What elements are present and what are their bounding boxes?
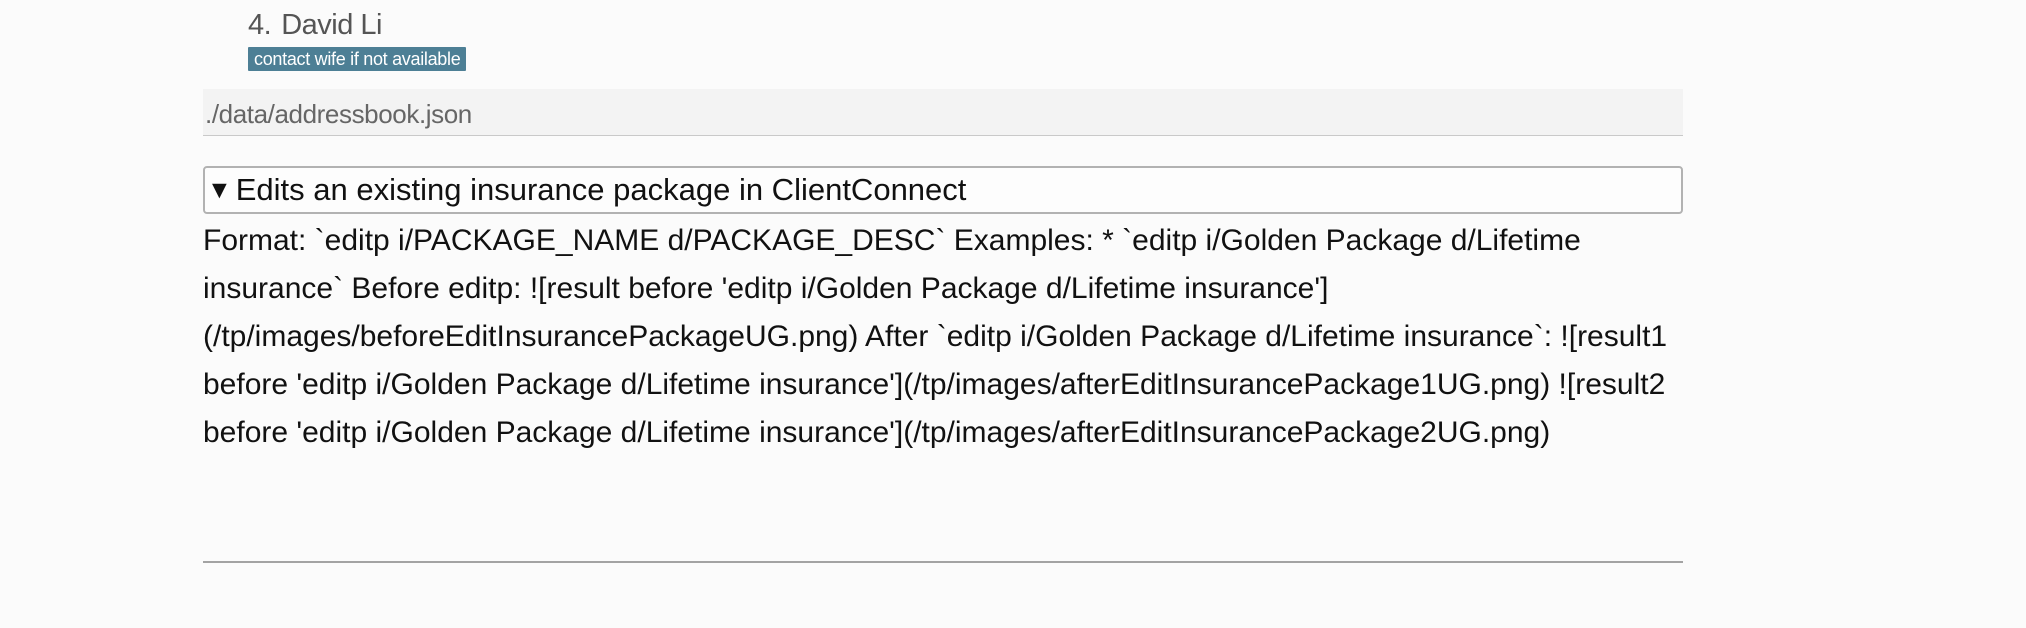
status-bar: ./data/addressbook.json — [203, 89, 1683, 136]
edit-package-summary[interactable]: ▼ Edits an existing insurance package in … — [203, 166, 1683, 214]
contact-list-item: 4. David Li — [248, 8, 382, 42]
contact-number: 4. — [248, 9, 272, 41]
edit-package-section[interactable]: ▼ Edits an existing insurance package in … — [203, 166, 1683, 457]
disclosure-triangle-icon: ▼ — [207, 175, 232, 204]
contact-name: David Li — [281, 9, 382, 41]
section-body-text: Format: `editp i/PACKAGE_NAME d/PACKAGE_… — [203, 224, 1668, 449]
section-title: Edits an existing insurance package in C… — [235, 172, 967, 207]
contact-tag-badge: contact wife if not available — [248, 47, 467, 71]
page-content: 4. David Li contact wife if not available… — [203, 0, 1683, 628]
divider — [203, 561, 1683, 563]
file-path-label: ./data/addressbook.json — [205, 99, 472, 129]
